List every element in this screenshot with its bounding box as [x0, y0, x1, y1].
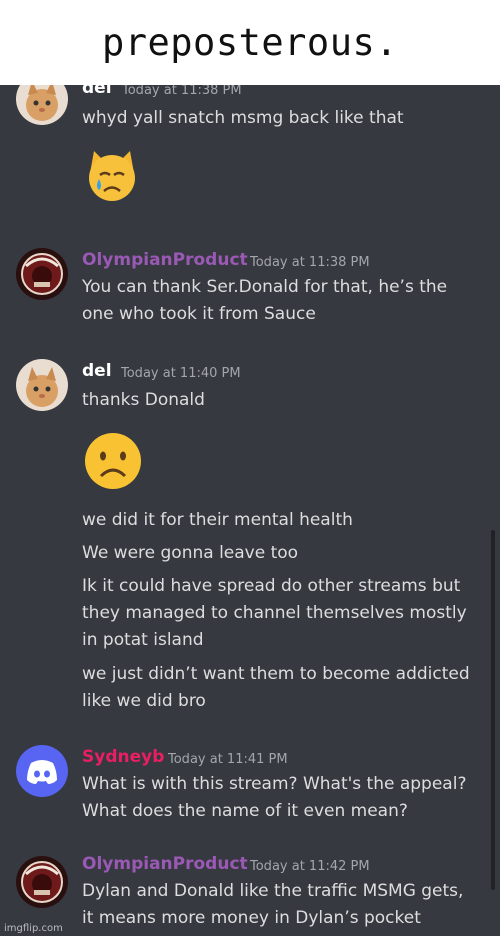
caption-text: preposterous. — [101, 21, 399, 64]
timestamp: Today at 11:40 PM — [121, 366, 241, 381]
olympian-logo-icon — [16, 248, 68, 300]
sydneyb-avatar[interactable] — [16, 745, 68, 797]
watermark: imgflip.com — [4, 923, 63, 934]
message-text: What is with this stream? What's the app… — [82, 771, 482, 825]
message-line: You can thank Ser.Donald for that, he’s … — [82, 277, 448, 297]
message-line: Ik it could have spread do other streams… — [82, 576, 461, 596]
message-line: one who took it from Sauce — [82, 304, 316, 324]
message-line: Dylan and Donald like the traffic MSMG g… — [82, 881, 464, 901]
message-text: Dylan and Donald like the traffic MSMG g… — [82, 878, 482, 932]
author-name[interactable]: del — [82, 361, 112, 381]
olympian-logo-icon — [16, 856, 68, 908]
message-text: Ik it could have spread do other streams… — [82, 573, 482, 654]
message-line: like we did bro — [82, 691, 206, 711]
olympianproduct-avatar[interactable] — [16, 248, 68, 300]
cat-avatar-icon — [16, 359, 68, 411]
author-name[interactable]: OlympianProduct — [82, 854, 248, 874]
message-line: it means more money in Dylan’s pocket — [82, 908, 421, 928]
frowning-face-icon — [82, 430, 144, 492]
message-line: they managed to channel themselves mostl… — [82, 603, 467, 623]
timestamp: Today at 11:41 PM — [168, 752, 288, 767]
scrollbar[interactable] — [491, 530, 495, 890]
message-line: we just didn’t want them to become addic… — [82, 664, 470, 684]
message-line: in potat island — [82, 630, 204, 650]
del-avatar[interactable] — [16, 359, 68, 411]
timestamp: Today at 11:38 PM — [250, 255, 370, 270]
message-text: You can thank Ser.Donald for that, he’s … — [82, 274, 482, 328]
crying-cat-face-icon — [82, 145, 142, 205]
message-text: we did it for their mental health — [82, 510, 353, 530]
message-text: we just didn’t want them to become addic… — [82, 661, 482, 715]
timestamp: Today at 11:38 PM — [122, 85, 242, 98]
message-text: thanks Donald — [82, 390, 205, 410]
chat-log[interactable]: del Today at 11:38 PM whyd yall snatch m… — [0, 85, 500, 936]
discord-logo-icon — [27, 760, 57, 784]
message-line: What does the name of it even mean? — [82, 801, 408, 821]
cat-avatar-icon — [16, 85, 68, 125]
author-name[interactable]: del — [82, 85, 112, 98]
del-avatar[interactable] — [16, 85, 68, 125]
author-name[interactable]: Sydneyb — [82, 747, 164, 767]
olympianproduct-avatar[interactable] — [16, 856, 68, 908]
timestamp: Today at 11:42 PM — [250, 859, 370, 874]
message-text: We were gonna leave too — [82, 543, 299, 563]
meme-caption: preposterous. — [0, 0, 500, 85]
message-line: What is with this stream? What's the app… — [82, 774, 467, 794]
author-name[interactable]: OlympianProduct — [82, 250, 248, 270]
message-text: whyd yall snatch msmg back like that — [82, 108, 404, 128]
